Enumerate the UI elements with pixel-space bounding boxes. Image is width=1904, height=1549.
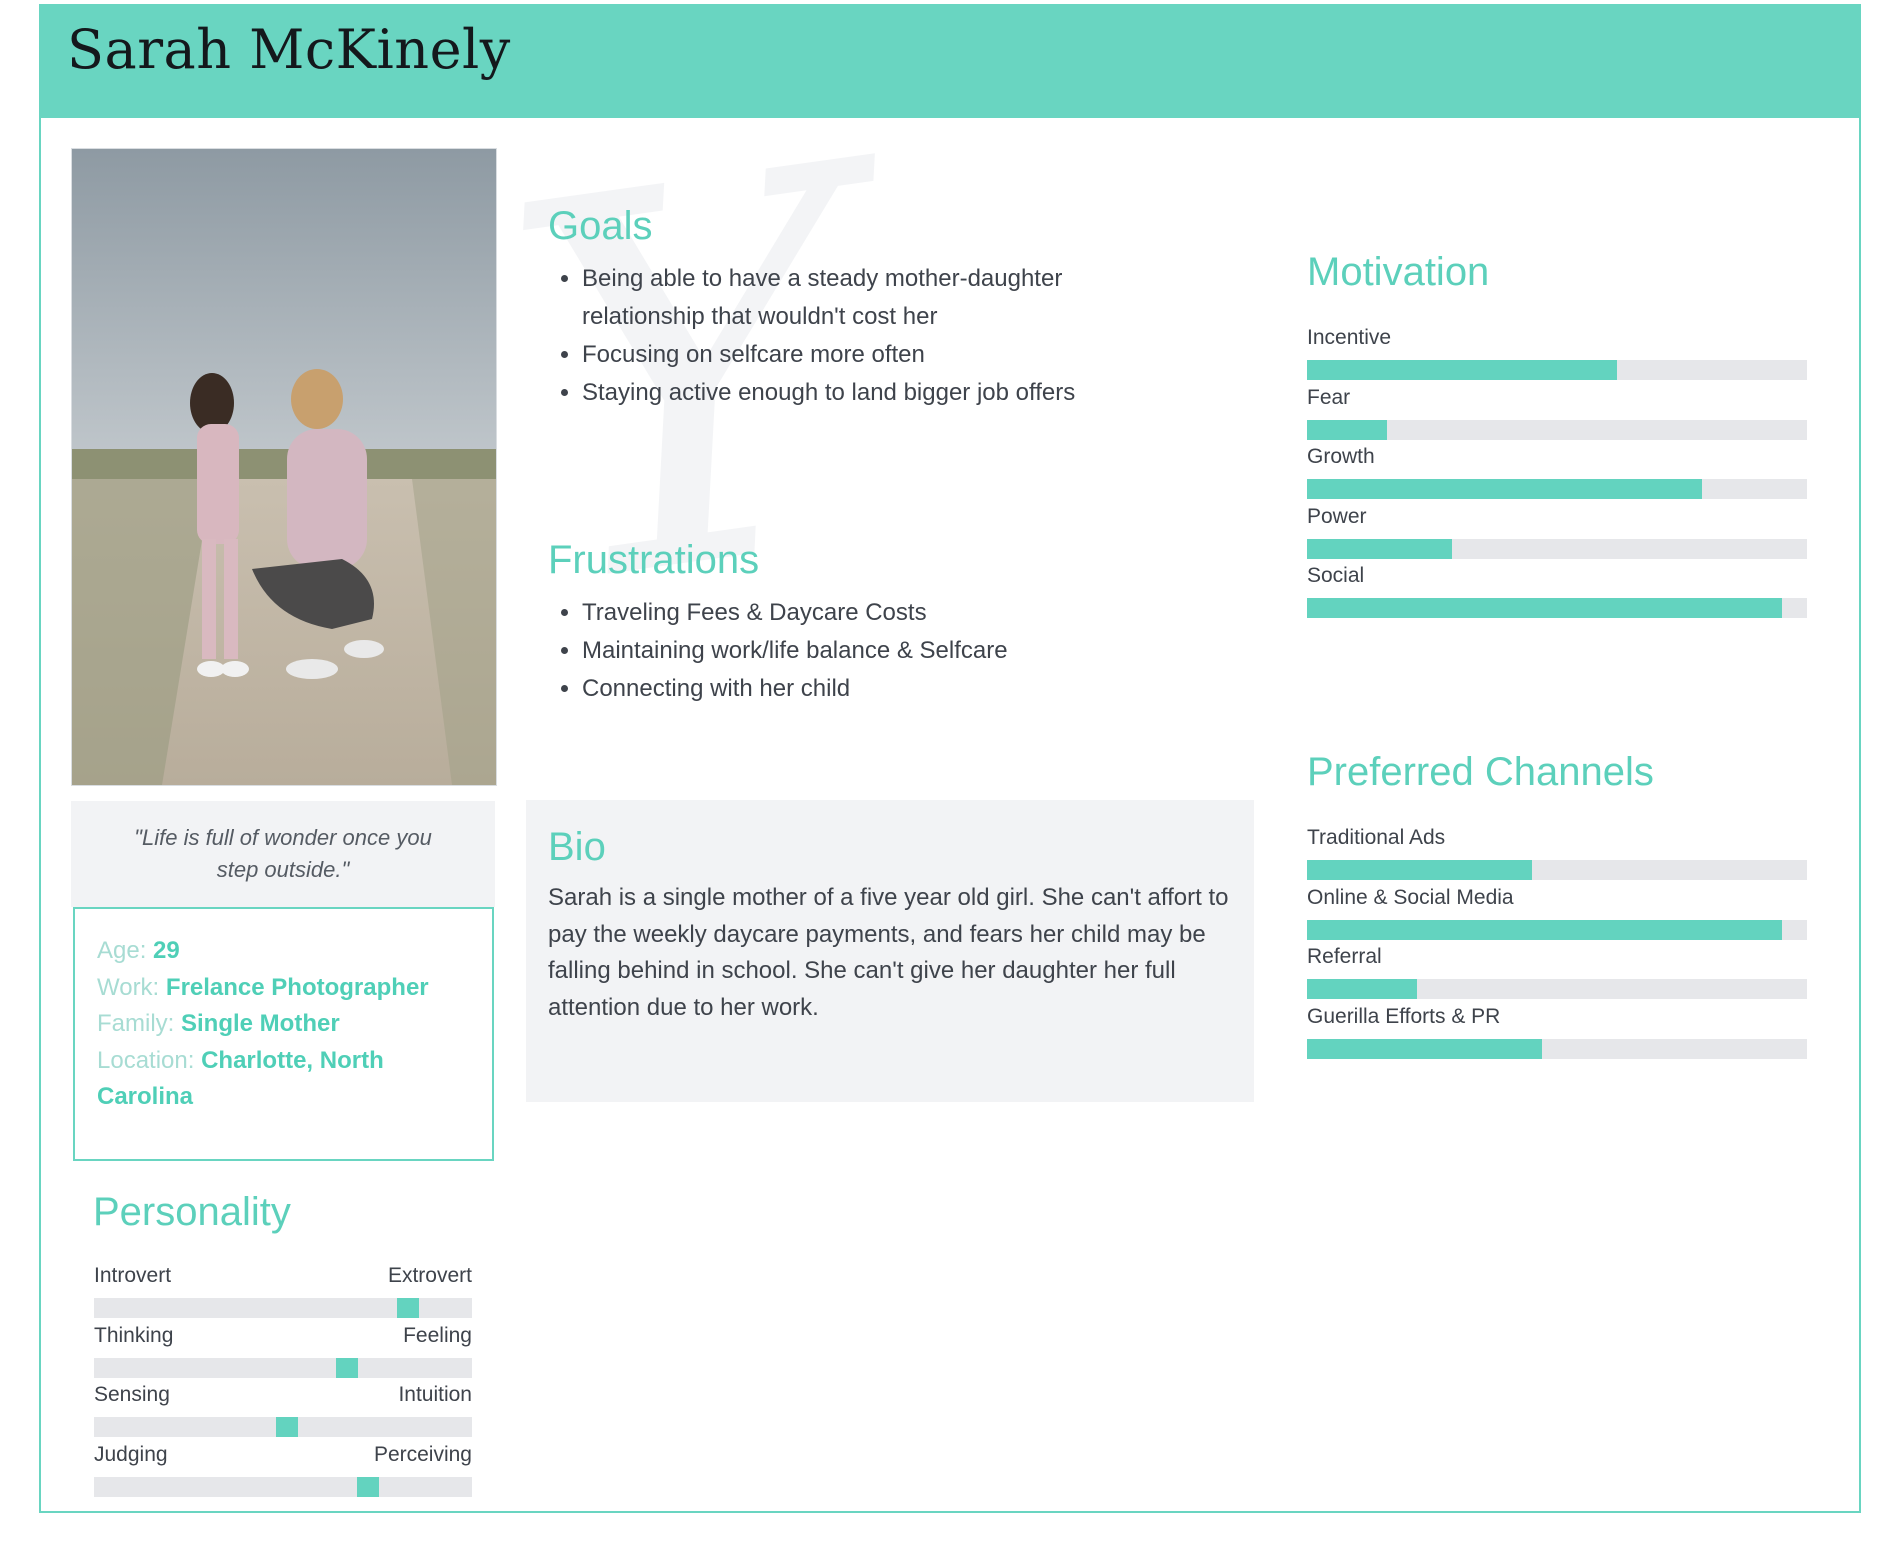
info-family: Family: Single Mother [97,1010,340,1037]
bio-panel: Bio Sarah is a single mother of a five y… [526,800,1254,1102]
personality-right-label: Feeling [403,1323,472,1347]
info-age: Age: 29 [97,937,180,964]
motivation-track [1307,419,1807,440]
personality-marker [336,1357,359,1378]
motivation-track [1307,360,1807,380]
channels-fill [1307,860,1532,880]
channels-title: Preferred Channels [1307,750,1654,794]
frustrations-title: Frustrations [548,538,760,582]
motivation-label: Incentive [1307,326,1392,349]
personality-track [94,1476,472,1497]
channels-track [1307,860,1807,880]
channels-track [1307,1038,1807,1059]
personality-track [94,1417,472,1437]
channels-label: Guerilla Efforts & PR [1307,1004,1501,1028]
persona-info-box: Age: 29 Work: Frelance Photographer Fami… [73,907,494,1161]
motivation-track [1307,479,1807,499]
channels-label: Online & Social Media [1307,885,1514,909]
motivation-fill [1307,479,1702,499]
motivation-track [1307,538,1807,559]
persona-header: Sarah McKinely [39,4,1861,118]
motivation-fill [1307,360,1617,380]
personality-marker [357,1476,380,1497]
goal-item: Being able to have a steady mother-daugh… [582,260,1142,336]
motivation-fill [1307,598,1782,618]
channels-label: Traditional Ads [1307,826,1446,849]
motivation-track [1307,598,1807,618]
goal-item: Staying active enough to land bigger job… [582,374,1142,412]
personality-track [94,1298,472,1318]
info-work: Work: Frelance Photographer [97,973,429,1001]
channels-fill [1307,1038,1542,1059]
goals-list: Being able to have a steady mother-daugh… [548,260,1142,412]
channels-fill [1307,919,1782,940]
motivation-label: Growth [1307,445,1375,468]
goals-title: Goals [548,204,653,248]
channels-label: Referral [1307,945,1382,968]
bio-title: Bio [548,825,606,869]
persona-photo [71,148,497,786]
motivation-label: Power [1307,504,1367,528]
frustration-item: Maintaining work/life balance & Selfcare [582,632,1202,670]
personality-right-label: Extrovert [387,1264,472,1287]
frustration-item: Traveling Fees & Daycare Costs [582,594,1202,632]
channels-fill [1307,979,1417,999]
motivation-title: Motivation [1307,250,1490,294]
persona-name: Sarah McKinely [67,18,511,81]
info-location: Location: Charlotte, North Carolina [97,1046,384,1111]
frustrations-list: Traveling Fees & Daycare Costs Maintaini… [548,594,1202,708]
motivation-label: Social [1307,564,1365,587]
persona-quote: "Life is full of wonder once you step ou… [71,801,495,907]
frustration-item: Connecting with her child [582,670,1202,708]
channels-track [1307,979,1807,999]
motivation-fill [1307,419,1387,440]
channels-track [1307,919,1807,940]
bio-text: Sarah is a single mother of a five year … [548,884,1229,1021]
personality-marker [275,1417,298,1437]
personality-marker [396,1298,419,1318]
personality-right-label: Perceiving [373,1442,472,1466]
goal-item: Focusing on selfcare more often [582,336,1142,374]
motivation-fill [1307,538,1452,559]
personality-title: Personality [93,1190,291,1234]
motivation-label: Fear [1307,385,1351,409]
personality-right-label: Intuition [398,1383,472,1406]
personality-track [94,1357,472,1378]
